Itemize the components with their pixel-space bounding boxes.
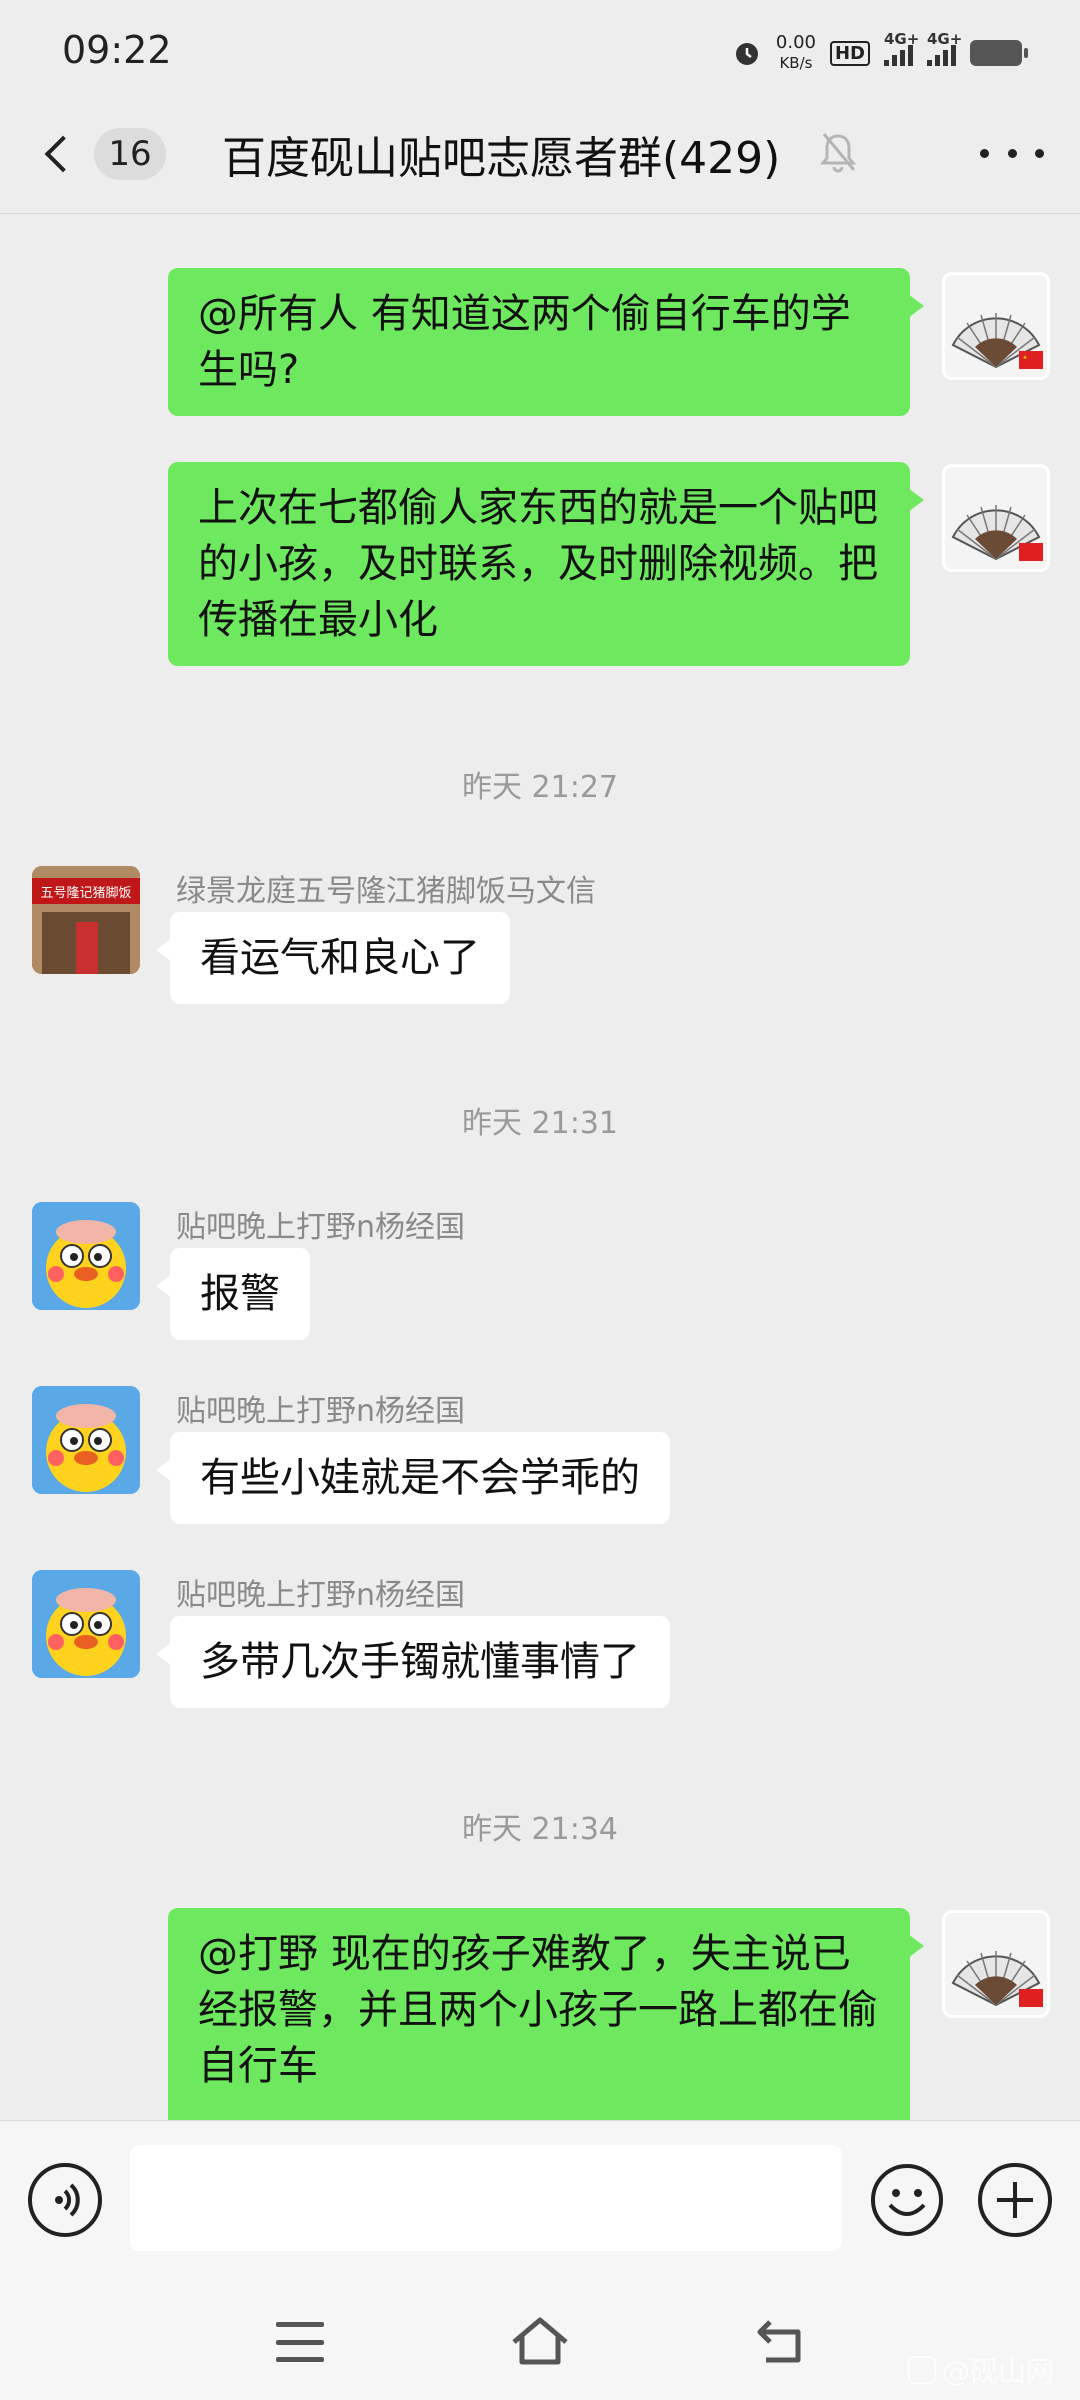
sender-name: 贴吧晚上打野n杨经国 bbox=[176, 1210, 466, 1245]
watermark: @砚山网 bbox=[907, 2350, 1054, 2390]
sim1-label: 4G+ bbox=[884, 30, 920, 48]
unread-count-badge: 16 bbox=[94, 128, 166, 180]
sim2-label: 4G+ bbox=[927, 30, 963, 48]
voice-button[interactable] bbox=[28, 2163, 102, 2237]
mute-bell-icon bbox=[819, 133, 857, 173]
sender-avatar[interactable] bbox=[32, 1202, 140, 1310]
message-bubble-other[interactable]: 报警 bbox=[156, 1248, 310, 1340]
back-button[interactable]: 16 bbox=[38, 124, 168, 184]
plus-icon[interactable] bbox=[978, 2163, 1052, 2237]
message-bubble-self[interactable]: 上次在七都偷人家东西的就是一个贴吧的小孩，及时联系，及时删除视频。把传播在最小化 bbox=[168, 462, 924, 666]
self-avatar[interactable] bbox=[942, 272, 1050, 380]
shop-sign-text: 五号隆记猪脚饭 bbox=[40, 885, 131, 901]
message-bubble-other[interactable]: 有些小娃就是不会学乖的 bbox=[156, 1432, 670, 1524]
sender-avatar[interactable]: 五号隆记猪脚饭 bbox=[32, 866, 140, 974]
back-nav-icon[interactable] bbox=[754, 2314, 808, 2368]
voice-icon bbox=[55, 2183, 80, 2217]
message-bubble-other[interactable]: 看运气和良心了 bbox=[156, 912, 510, 1004]
battery-icon bbox=[970, 40, 1028, 66]
cartoon-duck-icon bbox=[32, 1386, 140, 1494]
hd-badge: HD bbox=[829, 40, 870, 66]
sender-avatar[interactable] bbox=[32, 1386, 140, 1494]
message-bubble-other[interactable]: 多带几次手镯就懂事情了 bbox=[156, 1616, 670, 1708]
status-icons: 0.00 KB/s HD 4G+ 4G+ bbox=[732, 28, 1028, 78]
more-dot bbox=[1007, 148, 1017, 158]
emoji-icon[interactable] bbox=[870, 2163, 944, 2237]
message-bubble-self[interactable]: @所有人 有知道这两个偷自行车的学生吗? bbox=[168, 268, 924, 416]
chat-title: 百度砚山贴吧志愿者群(429) bbox=[222, 133, 781, 184]
menu-line bbox=[276, 2357, 324, 2362]
status-bar: 09:22 0.00 KB/s HD 4G+ 4G+ bbox=[0, 0, 1080, 100]
back-chevron-icon bbox=[44, 135, 82, 173]
menu-line bbox=[276, 2339, 324, 2345]
net-speed-unit: KB/s bbox=[779, 54, 813, 72]
timestamp: 昨天 21:27 bbox=[462, 770, 618, 805]
more-dots-icon bbox=[980, 148, 989, 158]
timestamp: 昨天 21:31 bbox=[462, 1106, 618, 1141]
status-time: 09:22 bbox=[62, 28, 172, 72]
cartoon-duck-icon bbox=[32, 1570, 140, 1678]
message-bubble-self[interactable]: @打野 现在的孩子难教了，失主说已经报警，并且两个小孩子一路上都在偷自行车 bbox=[168, 1908, 924, 2134]
shop-front-icon: 五号隆记猪脚饭 bbox=[32, 866, 140, 974]
folding-fan-icon bbox=[951, 505, 1043, 561]
message-input[interactable] bbox=[130, 2145, 842, 2251]
signal-sim2-icon: 4G+ bbox=[927, 30, 962, 66]
watermark-text: @砚山网 bbox=[941, 2355, 1054, 2388]
sender-avatar[interactable] bbox=[32, 1570, 140, 1678]
more-options-button[interactable] bbox=[980, 128, 1044, 178]
sender-name: 贴吧晚上打野n杨经国 bbox=[176, 1394, 466, 1429]
home-icon[interactable] bbox=[508, 2312, 572, 2370]
alarm-icon bbox=[735, 43, 758, 65]
self-avatar[interactable] bbox=[942, 464, 1050, 572]
net-speed-value: 0.00 bbox=[775, 32, 816, 53]
chat-header: 16 百度砚山贴吧志愿者群(429) bbox=[0, 100, 1080, 214]
folding-fan-icon bbox=[951, 1951, 1043, 2007]
cartoon-duck-icon bbox=[32, 1202, 140, 1310]
more-dot bbox=[1035, 148, 1044, 158]
sender-name: 贴吧晚上打野n杨经国 bbox=[176, 1578, 466, 1613]
input-bar bbox=[0, 2120, 1080, 2280]
self-avatar[interactable] bbox=[942, 1910, 1050, 2018]
menu-line bbox=[276, 2322, 324, 2327]
signal-sim1-icon: 4G+ bbox=[884, 30, 919, 66]
menu-icon[interactable] bbox=[276, 2322, 324, 2362]
timestamp: 昨天 21:34 bbox=[462, 1812, 618, 1847]
folding-fan-icon bbox=[951, 313, 1043, 369]
watermark-logo-icon bbox=[907, 2356, 936, 2384]
net-speed: 0.00 KB/s bbox=[776, 33, 816, 73]
sender-name: 绿景龙庭五号隆江猪脚饭马文信 bbox=[176, 874, 596, 909]
